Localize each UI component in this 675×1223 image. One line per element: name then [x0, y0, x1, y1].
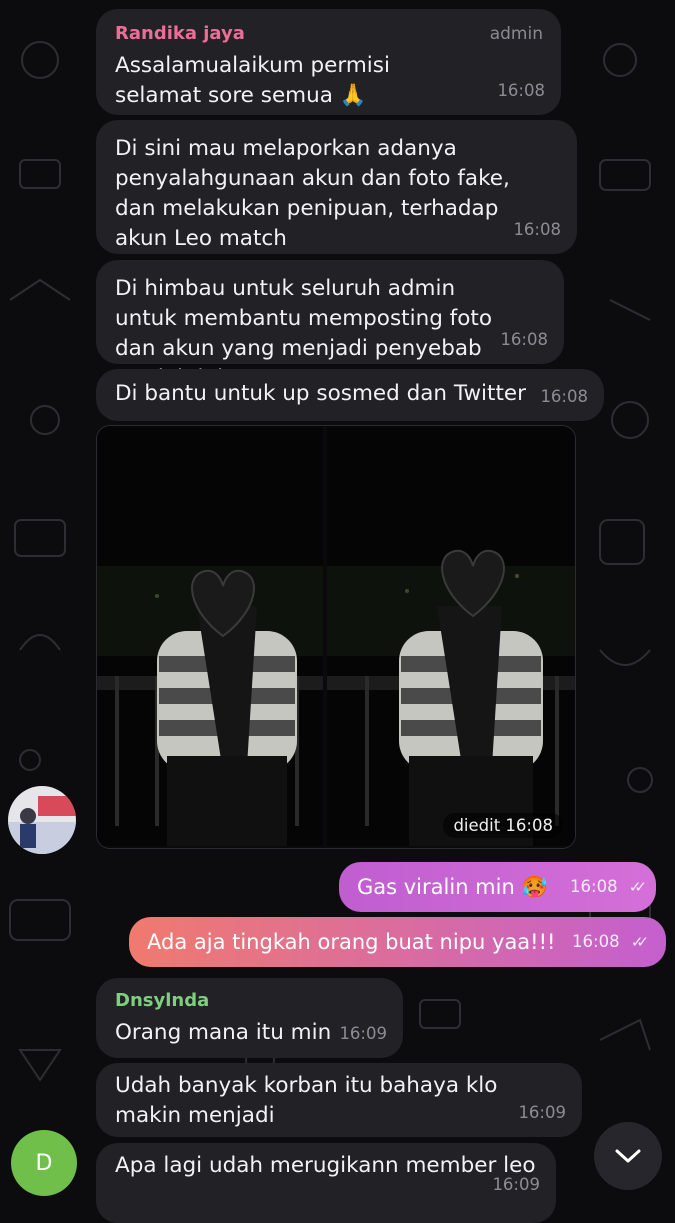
message-time: 16:08: [540, 387, 588, 406]
photo-1[interactable]: [97, 426, 323, 846]
message-time: 16:09: [518, 1103, 566, 1122]
sender-name[interactable]: Randika jaya: [115, 23, 245, 45]
media-caption: diedit 16:08: [443, 813, 563, 838]
chevron-down-icon: [615, 1149, 641, 1163]
avatar[interactable]: [8, 786, 76, 854]
message-bubble[interactable]: Di bantu untuk up sosmed dan Twitter 16:…: [96, 369, 604, 421]
scroll-down-button[interactable]: [594, 1122, 662, 1190]
message-time: 16:08: [500, 330, 548, 349]
message-time: 16:09: [339, 1024, 387, 1043]
message-text: Di sini mau melaporkan adanya penyalahgu…: [115, 136, 510, 251]
message-text: Apa lagi udah merugikann member leo: [115, 1153, 536, 1178]
message-text: Udah banyak korban itu bahaya klo makin …: [115, 1073, 498, 1128]
message-time: 16:08: [570, 877, 618, 896]
message-time: 16:08: [572, 932, 620, 951]
message-text: Gas viralin min 🥵: [357, 875, 548, 899]
message-bubble[interactable]: Randika jaya admin Assalamualaikum permi…: [96, 9, 561, 115]
message-text: Ada aja tingkah orang buat nipu yaa!!!: [147, 930, 556, 954]
message-bubble[interactable]: Udah banyak korban itu bahaya klo makin …: [96, 1063, 582, 1137]
photo-2[interactable]: [327, 426, 575, 846]
message-bubble[interactable]: Di himbau untuk seluruh admin untuk memb…: [96, 260, 564, 391]
avatar[interactable]: D: [11, 1130, 77, 1196]
message-time: 16:08: [497, 81, 545, 100]
double-check-icon: ✓✓: [628, 878, 647, 896]
double-check-icon: ✓✓: [630, 933, 649, 951]
message-bubble[interactable]: Dnsylnda Orang mana itu min 16:09: [96, 978, 403, 1058]
message-text: Di bantu untuk up sosmed dan Twitter: [115, 381, 526, 406]
message-time: 16:08: [513, 220, 561, 239]
message-text: Assalamualaikum permisi selamat sore sem…: [115, 53, 390, 108]
admin-badge: admin: [489, 24, 543, 44]
outgoing-message[interactable]: Ada aja tingkah orang buat nipu yaa!!! 1…: [129, 917, 666, 967]
message-bubble[interactable]: Apa lagi udah merugikann member leo 16:0…: [96, 1143, 556, 1223]
outgoing-message[interactable]: Gas viralin min 🥵 16:08 ✓✓: [339, 862, 656, 912]
avatar-initial: D: [35, 1150, 53, 1176]
sender-name[interactable]: Dnsylnda: [115, 990, 209, 1012]
photo-album[interactable]: diedit 16:08: [96, 425, 576, 849]
message-bubble[interactable]: Di sini mau melaporkan adanya penyalahgu…: [96, 120, 577, 254]
message-time: 16:09: [492, 1175, 540, 1194]
